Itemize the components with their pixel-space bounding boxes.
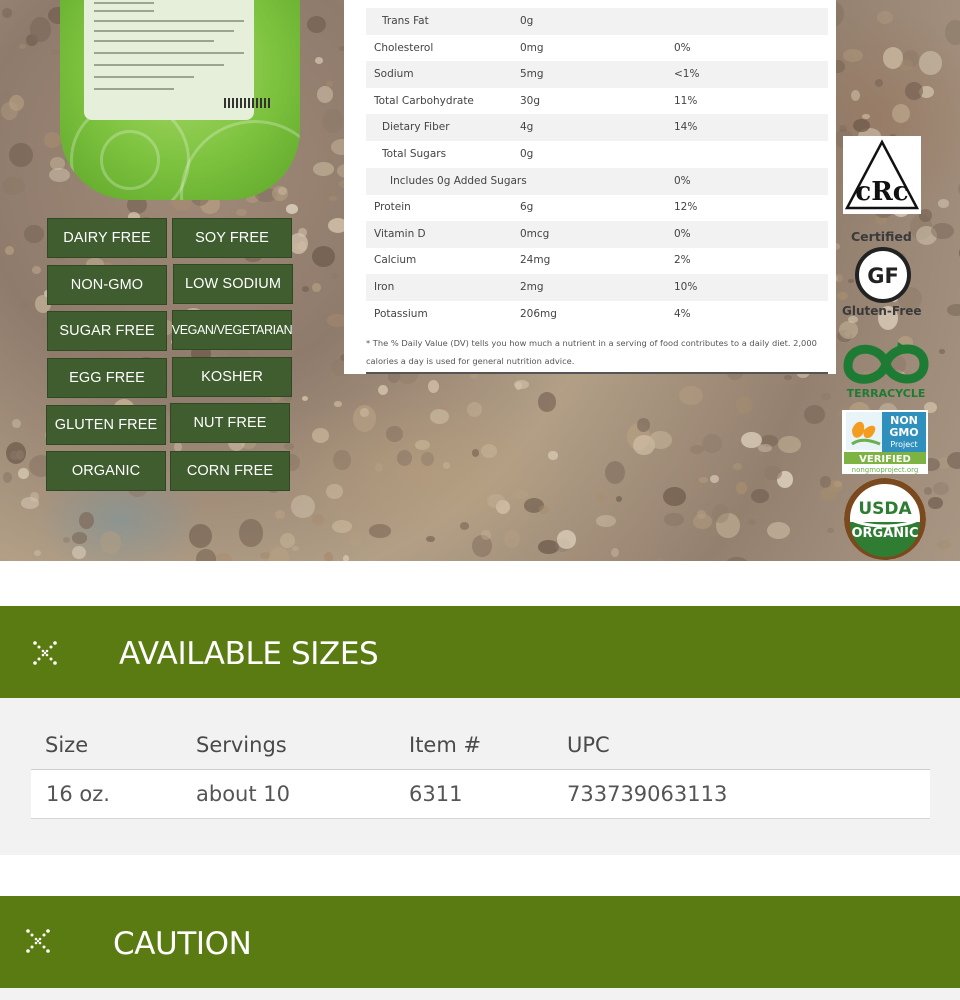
badge-gluten-free: GLUTEN FREE [46, 405, 166, 445]
nutrition-amount: 0g [520, 148, 534, 160]
nutrition-amount: 4g [520, 121, 534, 134]
nutrition-amount: 206mg [520, 307, 557, 320]
svg-text:GF: GF [867, 264, 899, 288]
nutrition-name: Iron [374, 281, 395, 293]
nutrition-dv: 11% [674, 94, 698, 107]
nutrition-row: Total Carbohydrate 30g 11% [366, 88, 828, 115]
caution-panel [0, 988, 960, 1000]
upc-cell: 733739063113 [567, 782, 728, 806]
badge-nut-free: NUT FREE [170, 403, 290, 443]
badge-sugar-free: SUGAR FREE [47, 311, 167, 351]
table-row [31, 769, 930, 819]
nutrition-dv: 14% [674, 121, 698, 134]
sparkle-x-icon[interactable] [23, 926, 53, 956]
nutrition-divider [366, 372, 828, 374]
gluten-free-icon: GF [853, 246, 913, 304]
barcode-icon [224, 98, 270, 108]
nutrition-amount: 0mg [520, 41, 544, 54]
badge-kosher: KOSHER [172, 357, 292, 397]
nutrition-name: Includes 0g Added Sugars [390, 174, 527, 187]
nutrition-dv: 10% [674, 281, 698, 293]
nutrition-row: Dietary Fiber 4g 14% [366, 114, 828, 142]
nutrition-row: Cholesterol 0mg 0% [366, 35, 828, 62]
non-gmo-project-icon: NON GMO Project VERIFIED nongmoproject.o… [842, 410, 928, 474]
size-cell: 16 oz. [46, 782, 110, 806]
nutrition-name: Dietary Fiber [382, 121, 450, 134]
nutrition-name: Calcium [374, 254, 417, 267]
servings-cell: about 10 [196, 782, 290, 806]
nutrition-row: Iron 2mg 10% [366, 274, 828, 301]
svg-text:GMO: GMO [889, 426, 918, 439]
nutrition-dv: 0% [674, 174, 691, 187]
nutrition-dv: 4% [674, 307, 691, 320]
crc-kosher-icon: cRc [843, 136, 921, 214]
nutrition-amount: 6g [520, 201, 534, 214]
table-header-item: Item # [409, 733, 482, 757]
nutrition-dv: <1% [674, 68, 700, 81]
item-number-cell: 6311 [409, 782, 463, 806]
nutrition-facts-panel: Trans Fat 0g Cholesterol 0mg 0% Sodium 5mg <1% T… [344, 0, 836, 374]
svg-text:Project: Project [890, 440, 917, 449]
caution-title: CAUTION [113, 926, 252, 962]
nutrition-row: Calcium 24mg 2% [366, 247, 828, 274]
badge-dairy-free: DAIRY FREE [47, 218, 167, 258]
svg-text:cRc: cRc [855, 177, 908, 207]
nutrition-amount: 24mg [520, 254, 551, 267]
table-header-upc: UPC [567, 733, 610, 757]
nutrition-amount: 0mcg [520, 227, 550, 240]
svg-text:USDA: USDA [858, 499, 912, 519]
svg-text:TERRACYCLE: TERRACYCLE [847, 387, 926, 400]
nutrition-name: Cholesterol [374, 41, 434, 54]
nutrition-dv: 2% [674, 254, 691, 267]
gluten-free-label: Gluten-Free [842, 304, 922, 318]
badge-vegan-vegetarian: VEGAN/VEGETARIAN [172, 310, 293, 350]
svg-text:nongmoproject.org: nongmoproject.org [852, 466, 919, 474]
nutrition-name: Potassium [374, 307, 428, 320]
nutrition-row: Protein 6g 12% [366, 194, 828, 221]
svg-text:VERIFIED: VERIFIED [859, 454, 911, 465]
nutrition-name: Total Sugars [382, 148, 447, 160]
badge-organic: ORGANIC [46, 451, 166, 491]
terracycle-icon: TERRACYCLE [840, 334, 932, 400]
nutrition-row: Includes 0g Added Sugars 0% [366, 167, 828, 195]
package-label [84, 0, 270, 120]
available-sizes-header[interactable]: AVAILABLE SIZES [0, 606, 960, 698]
nutrition-amount: 30g [520, 94, 541, 107]
table-header-servings: Servings [196, 733, 287, 757]
badge-egg-free: EGG FREE [47, 358, 167, 398]
sparkle-x-icon[interactable] [30, 638, 60, 668]
nutrition-row: Sodium 5mg <1% [366, 61, 828, 89]
available-sizes-title: AVAILABLE SIZES [119, 636, 379, 672]
nutrition-amount: 2mg [520, 281, 544, 293]
nutrition-dv: 12% [674, 201, 698, 214]
nutrition-amount: 5mg [520, 68, 544, 81]
caution-header[interactable]: CAUTION [0, 896, 960, 988]
nutrition-dv: 0% [674, 41, 691, 54]
nutrition-row: Vitamin D 0mcg 0% [366, 220, 828, 248]
nutrition-row: Potassium 206mg 4% [366, 301, 828, 328]
nutrition-name: Total Carbohydrate [374, 94, 474, 107]
nutrition-name: Trans Fat [382, 15, 429, 27]
badge-non-gmo: NON-GMO [47, 265, 167, 305]
nutrition-row: Total Sugars 0g [366, 141, 828, 168]
nutrition-name: Vitamin D [374, 227, 426, 240]
nutrition-footnote: * The % Daily Value (DV) tells you how m… [366, 338, 817, 366]
nutrition-name: Sodium [374, 68, 414, 81]
svg-text:ORGANIC: ORGANIC [851, 526, 918, 541]
badge-low-sodium: LOW SODIUM [173, 264, 293, 304]
nutrition-row: Trans Fat 0g [366, 8, 828, 35]
gluten-free-certified-label: Certified [851, 229, 912, 244]
table-header-size: Size [45, 733, 89, 757]
usda-organic-icon: USDA ORGANIC [840, 476, 930, 561]
badge-soy-free: SOY FREE [172, 218, 292, 258]
product-hero: DAIRY FREE SOY FREE NON-GMO LOW SODIUM S… [0, 0, 960, 561]
badge-corn-free: CORN FREE [170, 451, 290, 491]
nutrition-name: Protein [374, 201, 411, 214]
nutrition-dv: 0% [674, 227, 691, 240]
product-package-image [60, 0, 300, 200]
nutrition-amount: 0g [520, 15, 534, 27]
